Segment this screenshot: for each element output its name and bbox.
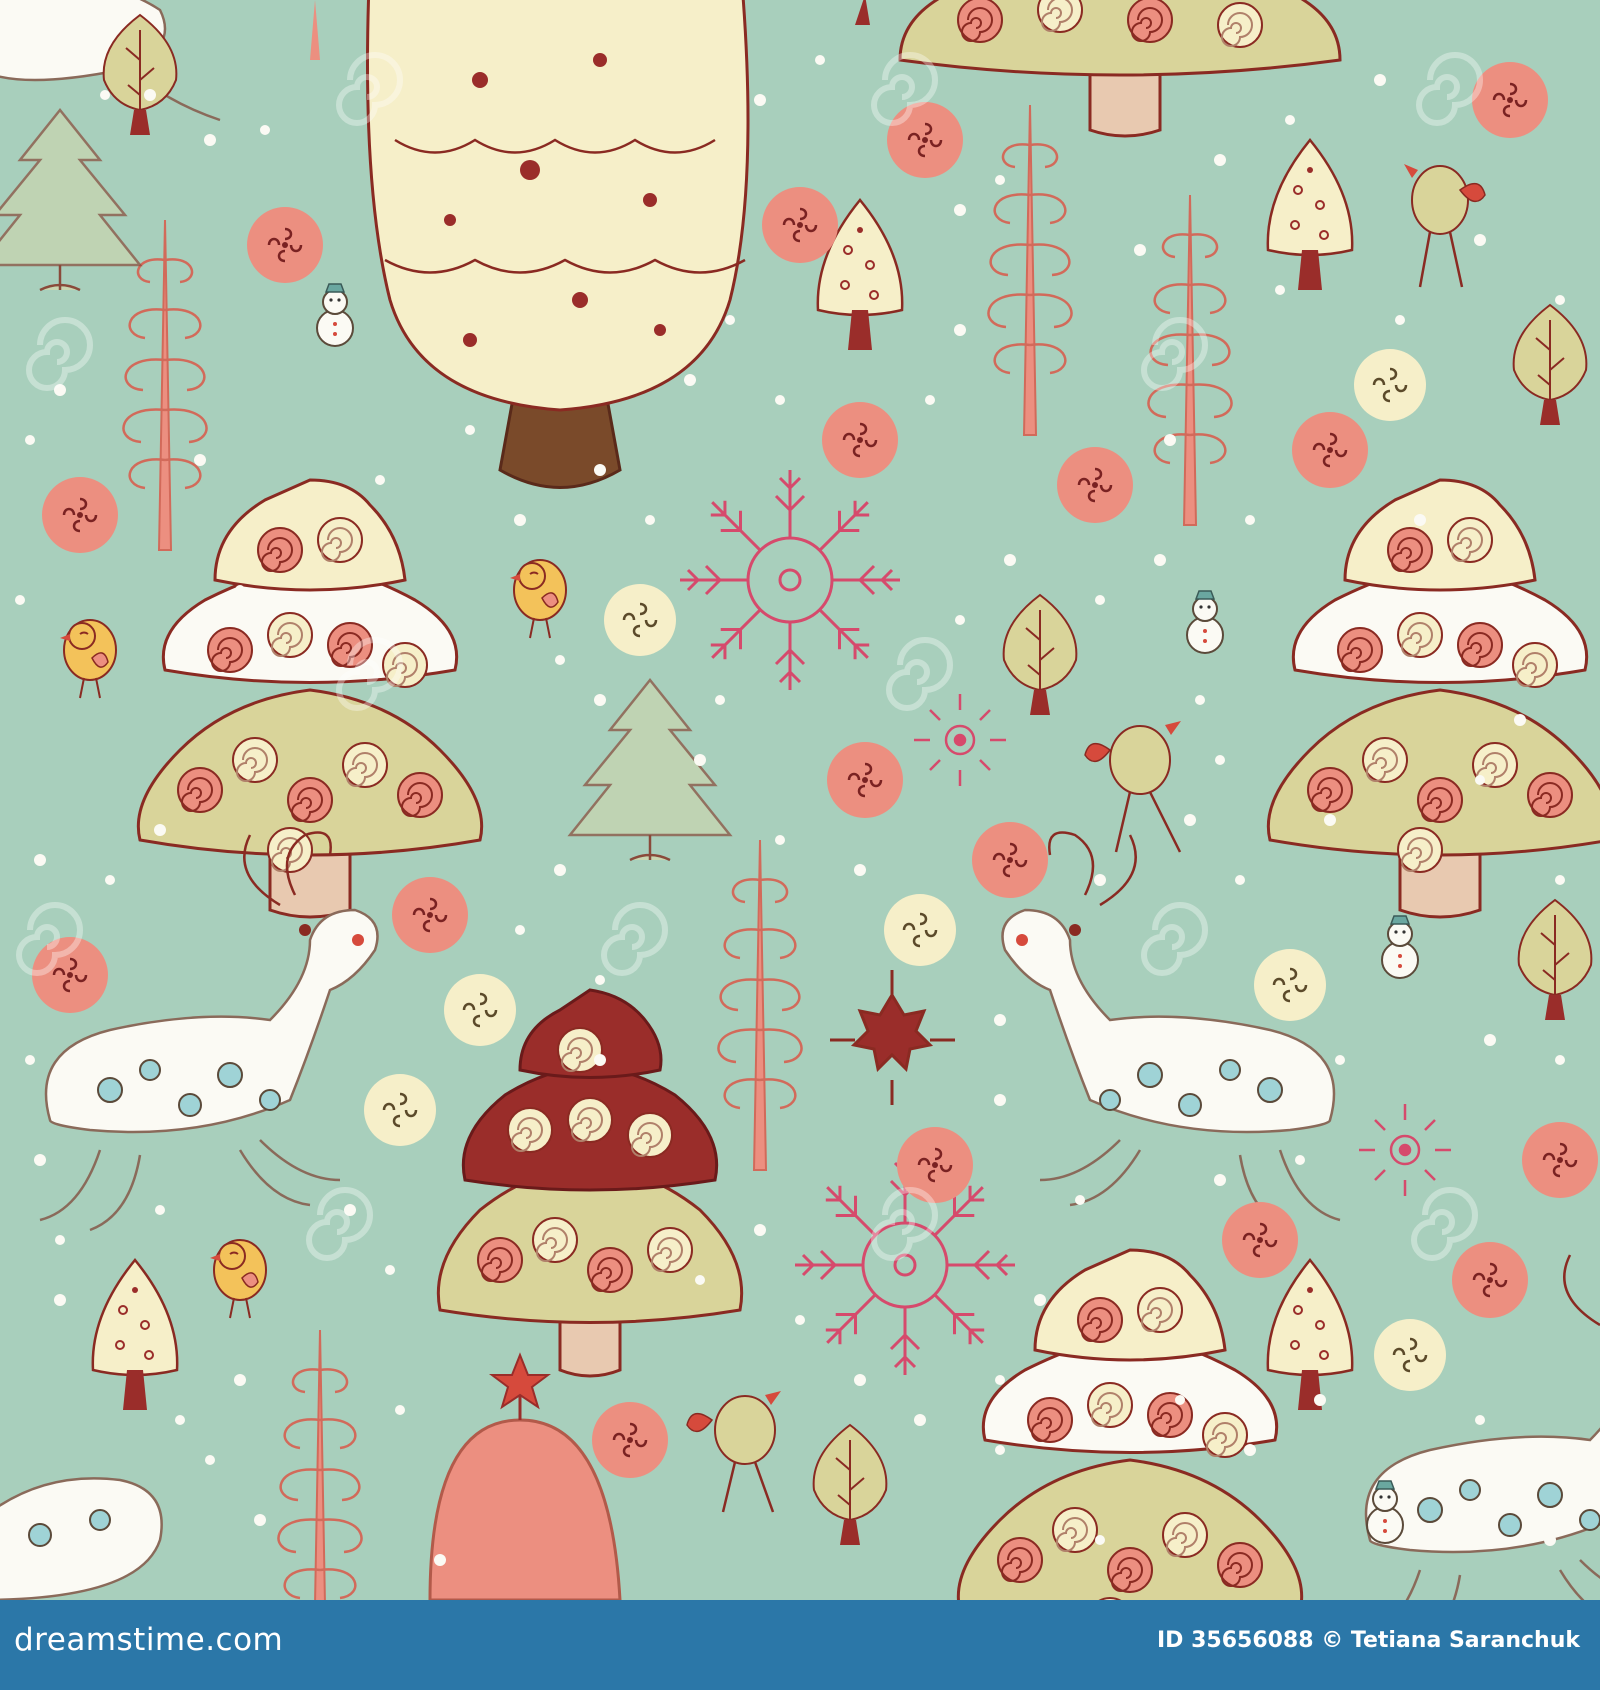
white-reindeer: [1001, 831, 1342, 1232]
layered-christmas-tree: [138, 480, 481, 917]
coral-ornament-circle: [760, 185, 840, 265]
cream-ornament-circle: [1252, 947, 1328, 1023]
coral-ornament-circle: [1450, 1240, 1530, 1320]
layered-christmas-tree: [1268, 480, 1600, 917]
curly-tree: [122, 218, 208, 552]
triangle-tree: [1266, 138, 1354, 292]
coral-ornament-circle: [1470, 60, 1550, 140]
coral-ornament-circle: [245, 205, 325, 285]
leaf-tree: [812, 1424, 888, 1546]
cream-ornament-circle: [882, 892, 958, 968]
coral-bell-tree: [428, 1352, 622, 1600]
white-reindeer-partial: [0, 1477, 163, 1600]
leaf-tree: [1002, 594, 1078, 716]
snowflake: [678, 468, 902, 692]
dark-snowflake: [830, 970, 955, 1105]
coral-ornament-circle: [820, 400, 900, 480]
coral-ornament-circle: [970, 820, 1050, 900]
coral-ornament-circle: [825, 740, 905, 820]
cream-ornament-circle: [1372, 1317, 1448, 1393]
olive-tree-top: [898, 0, 1342, 138]
image-id-credit: ID 35656088 © Tetiana Saranchuk: [1156, 1628, 1580, 1653]
coral-ornament-circle: [1290, 410, 1370, 490]
leaf-tree: [1517, 899, 1593, 1021]
cream-ornament-circle: [1352, 347, 1428, 423]
christmas-pattern-background: [0, 0, 1600, 1600]
curly-tree: [987, 103, 1073, 437]
tree-trunk-stub: [855, 0, 870, 25]
snowman: [1186, 590, 1224, 654]
yellow-bird: [509, 559, 567, 639]
coral-ornament-circle: [40, 475, 120, 555]
snowman: [1381, 915, 1419, 979]
coral-ornament-circle: [1520, 1120, 1600, 1200]
curly-tree: [277, 1328, 363, 1600]
curly-tree: [1147, 193, 1233, 527]
yellow-bird: [59, 619, 117, 699]
site-name[interactable]: dreamstime.com: [14, 1622, 283, 1658]
coral-ornament-circle: [885, 100, 965, 180]
coral-ornament-circle: [590, 1400, 670, 1480]
cream-ornament-circle: [602, 582, 678, 658]
curly-tree-stub: [310, 0, 320, 60]
snowman: [316, 283, 354, 347]
coral-ornament-circle: [1220, 1200, 1300, 1280]
cream-ornament-circle: [362, 1072, 438, 1148]
triangle-tree: [91, 1258, 179, 1412]
curly-tree: [717, 838, 803, 1172]
yellow-bird: [209, 1239, 267, 1319]
red-christmas-tree: [436, 988, 744, 1378]
triangle-tree: [1266, 1258, 1354, 1412]
cream-ornament-circle: [442, 972, 518, 1048]
footer-bar: dreamstime.com ID 35656088 © Tetiana Sar…: [0, 1600, 1600, 1690]
coral-ornament-circle: [1055, 445, 1135, 525]
leaf-tree: [1512, 304, 1588, 426]
layered-christmas-tree: [958, 1250, 1301, 1600]
coral-ornament-circle: [390, 875, 470, 955]
cream-tree: [366, 0, 750, 489]
